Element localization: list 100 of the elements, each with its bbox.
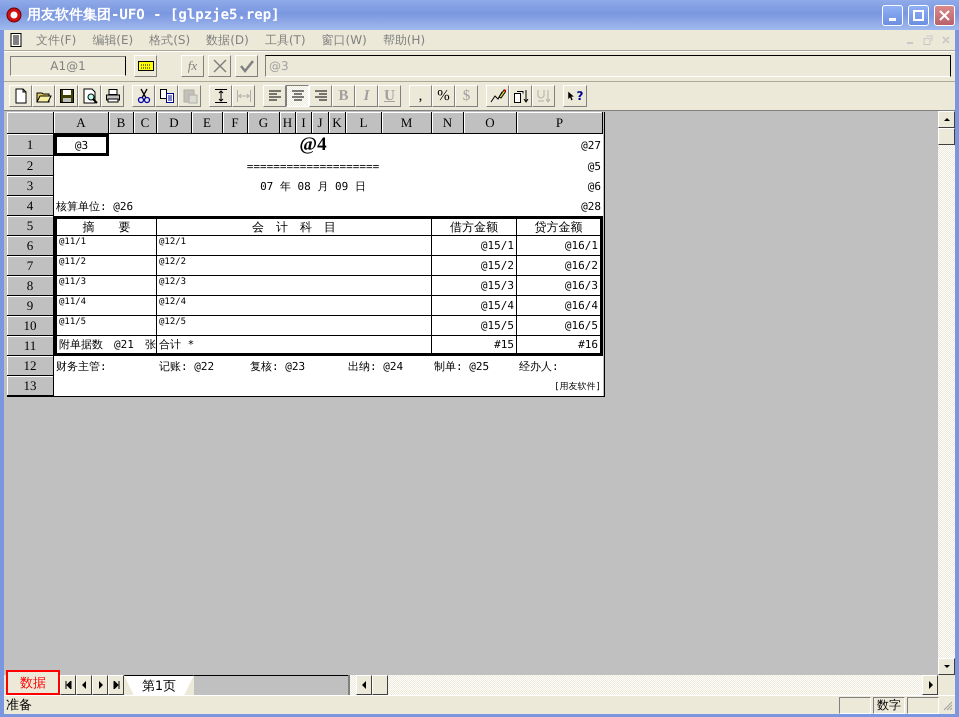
row-height-button[interactable] [209,85,232,107]
align-left-button[interactable] [263,85,286,107]
document-icon[interactable] [8,32,24,48]
table-cell[interactable]: 会 计 科 目 [157,216,432,236]
print-button[interactable] [101,85,124,107]
table-cell[interactable]: 摘 要 [54,216,157,236]
table-cell[interactable]: @15/1 [432,236,517,256]
row-header[interactable]: 7 [7,256,54,276]
table-cell[interactable]: @11/2 [54,256,157,276]
table-cell[interactable]: [用友软件] [517,376,603,396]
table-cell[interactable]: @5 [517,156,603,176]
table-cell[interactable]: 借方金额 [432,216,517,236]
table-cell[interactable]: ==================== [109,156,517,176]
table-cell[interactable]: 附单据数 @21 张 [54,336,157,356]
scrollbar-thumb[interactable] [372,675,388,695]
minimize-button[interactable] [882,4,903,26]
confirm-button[interactable] [235,55,258,77]
column-header[interactable]: D [157,112,192,134]
row-header[interactable]: 5 [7,216,54,236]
table-cell[interactable]: @16/4 [517,296,603,316]
scroll-right-button[interactable] [922,675,938,695]
table-cell[interactable]: @12/4 [157,296,432,316]
column-header[interactable]: N [432,112,464,134]
column-header[interactable]: M [382,112,432,134]
comma-button[interactable]: , [409,85,432,107]
next-page-button[interactable] [92,675,108,695]
percent-button[interactable]: % [432,85,455,107]
keyboard-button[interactable] [134,55,157,77]
scroll-down-button[interactable] [938,658,955,675]
table-cell[interactable]: @4 [109,134,517,156]
previous-page-button[interactable] [76,675,92,695]
table-cell[interactable]: @11/4 [54,296,157,316]
table-cell[interactable]: 制单: @25 [432,356,517,376]
table-cell[interactable]: @27 [517,134,603,156]
table-cell[interactable]: 经办人: [517,356,603,376]
new-button[interactable] [9,85,32,107]
save-button[interactable] [55,85,78,107]
column-header[interactable]: J [312,112,329,134]
scrollbar-thumb[interactable] [938,128,955,145]
align-right-button[interactable] [309,85,332,107]
table-cell[interactable]: @6 [517,176,603,196]
open-button[interactable] [32,85,55,107]
copy-button[interactable] [155,85,178,107]
preview-button[interactable] [78,85,101,107]
scroll-up-button[interactable] [938,111,955,128]
row-header[interactable]: 4 [7,196,54,216]
scroll-left-button[interactable] [356,675,372,695]
row-header[interactable]: 12 [7,356,54,376]
row-header[interactable]: 10 [7,316,54,336]
table-cell[interactable]: @12/3 [157,276,432,296]
table-cell[interactable]: 记账: @22 [157,356,248,376]
table-cell[interactable]: @12/5 [157,316,432,336]
row-header[interactable]: 9 [7,296,54,316]
table-cell[interactable]: @12/2 [157,256,432,276]
align-center-button[interactable] [286,85,309,107]
column-header[interactable]: K [329,112,346,134]
help-button[interactable]: ? [563,85,587,107]
table-cell[interactable]: #15 [432,336,517,356]
table-cell[interactable]: @12/1 [157,236,432,256]
select-all-corner[interactable] [7,112,54,134]
table-cell[interactable]: 出纳: @24 [346,356,432,376]
table-cell[interactable]: @11/3 [54,276,157,296]
table-cell[interactable]: @16/1 [517,236,603,256]
row-header[interactable]: 6 [7,236,54,256]
column-header[interactable]: I [296,112,312,134]
table-cell[interactable]: 合计 * [157,336,432,356]
column-header[interactable]: B [109,112,134,134]
row-header[interactable]: 2 [7,156,54,176]
maximize-button[interactable] [908,4,929,26]
last-page-button[interactable] [108,675,124,695]
table-cell[interactable]: 贷方金额 [517,216,603,236]
table-cell[interactable]: @28 [517,196,603,216]
column-header[interactable]: F [223,112,248,134]
column-header[interactable]: L [346,112,382,134]
table-cell[interactable]: @15/5 [432,316,517,336]
table-cell[interactable]: @3 [54,134,109,156]
table-cell[interactable]: 复核: @23 [248,356,346,376]
table-cell[interactable]: @15/3 [432,276,517,296]
table-cell[interactable]: @16/3 [517,276,603,296]
table-cell[interactable]: @11/5 [54,316,157,336]
row-header[interactable]: 1 [7,134,54,156]
cancel-button[interactable] [208,55,231,77]
sheet-tab[interactable]: 第1页 [124,675,194,695]
table-cell[interactable]: @11/1 [54,236,157,256]
table-cell[interactable]: #16 [517,336,603,356]
table-cell[interactable]: @16/2 [517,256,603,276]
column-header[interactable]: A [54,112,109,134]
table-cell[interactable]: @15/2 [432,256,517,276]
row-header[interactable]: 13 [7,376,54,396]
column-header[interactable]: P [517,112,603,134]
close-button[interactable] [934,4,955,26]
pencil-button[interactable] [486,85,509,107]
column-header[interactable]: E [192,112,223,134]
sort-pages-button[interactable] [509,85,532,107]
row-header[interactable]: 8 [7,276,54,296]
table-cell[interactable]: 财务主管: [54,356,157,376]
column-header[interactable]: G [248,112,280,134]
first-page-button[interactable] [60,675,76,695]
table-cell[interactable]: @16/5 [517,316,603,336]
table-cell[interactable]: @15/4 [432,296,517,316]
